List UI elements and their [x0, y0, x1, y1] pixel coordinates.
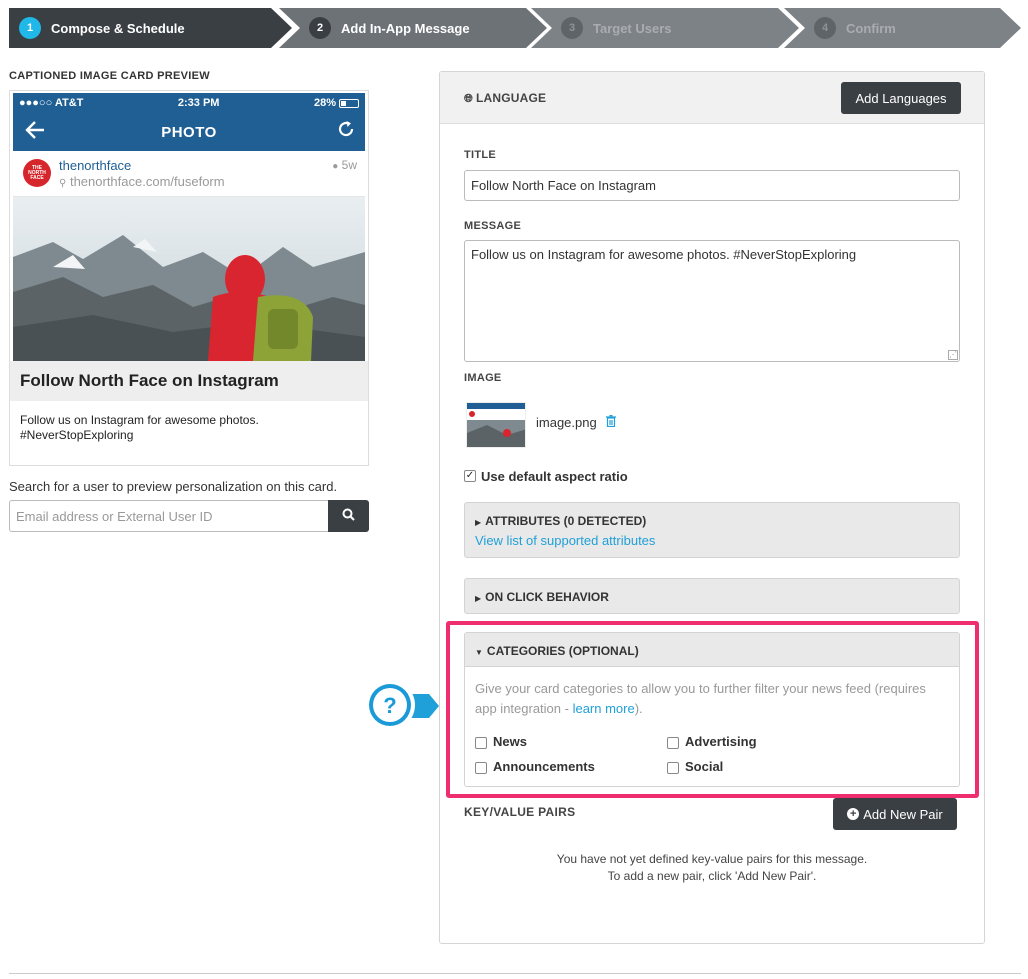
title-input[interactable] [464, 170, 960, 201]
on-click-title: ▶ ON CLICK BEHAVIOR [475, 590, 609, 604]
image-thumbnail[interactable] [466, 402, 526, 448]
step-number: 2 [309, 17, 331, 39]
step-label: Add In-App Message [341, 20, 470, 36]
instagram-location: ⚲ thenorthface.com/fuseform [59, 174, 225, 189]
instagram-username: thenorthface [59, 158, 132, 173]
categories-title: ▼ CATEGORIES (OPTIONAL) [475, 644, 639, 658]
preview-heading: CAPTIONED IMAGE CARD PREVIEW [9, 70, 210, 82]
step-number: 1 [19, 17, 41, 39]
north-face-logo: THE NORTH FACE [23, 159, 51, 187]
preview-card-message: Follow us on Instagram for awesome photo… [20, 413, 259, 442]
categories-description: Give your card categories to allow you t… [475, 681, 926, 716]
svg-text:?: ? [383, 693, 396, 718]
footer-divider [9, 973, 1021, 974]
image-label: IMAGE [464, 372, 502, 384]
user-search-input[interactable] [9, 500, 329, 532]
location-pin-icon: ⚲ [59, 178, 67, 189]
aspect-ratio-label: Use default aspect ratio [481, 469, 628, 484]
key-value-empty-state: You have not yet defined key-value pairs… [556, 852, 868, 883]
step-number: 4 [814, 17, 836, 39]
caret-right-icon: ▶ [475, 518, 482, 527]
carrier-label: ●●●○○ AT&T [19, 97, 84, 109]
on-click-behavior-section[interactable]: ▶ ON CLICK BEHAVIOR [464, 578, 960, 614]
globe-icon: 🌐︎ [464, 93, 473, 105]
step-compose-schedule[interactable]: 1 Compose & Schedule [9, 8, 292, 48]
trash-icon[interactable] [606, 415, 616, 430]
language-header: 🌐︎ LANGUAGE Add Languages [440, 72, 984, 124]
supported-attributes-link[interactable]: View list of supported attributes [475, 533, 655, 548]
language-label: 🌐︎ LANGUAGE [464, 91, 547, 105]
back-arrow-icon [25, 120, 45, 146]
category-advertising-label: Advertising [685, 734, 757, 749]
nav-title: PHOTO [161, 123, 217, 141]
wizard-steps: 1 Compose & Schedule 2 Add In-App Messag… [9, 8, 1021, 48]
clock-label: 2:33 PM [177, 97, 220, 109]
caret-down-icon: ▼ [475, 648, 483, 657]
step-label: Compose & Schedule [51, 20, 185, 36]
image-filename: image.png [536, 415, 597, 430]
search-button[interactable] [328, 500, 369, 532]
category-announcements-label: Announcements [493, 759, 595, 774]
resize-handle-icon[interactable]: ⋰ [948, 350, 958, 360]
step-number: 3 [561, 17, 583, 39]
battery-indicator: 28% [314, 97, 359, 109]
post-age: ● 5w [332, 158, 357, 172]
step-target-users[interactable]: 3 Target Users [531, 8, 799, 48]
category-news-label: News [493, 734, 527, 749]
categories-header[interactable]: ▼ CATEGORIES (OPTIONAL) [465, 633, 959, 667]
title-label: TITLE [464, 149, 497, 161]
preview-card-title: Follow North Face on Instagram [10, 361, 368, 401]
attributes-section[interactable]: ▶ ATTRIBUTES (0 DETECTED) View list of su… [464, 502, 960, 558]
category-advertising-checkbox[interactable] [667, 737, 679, 749]
attributes-title: ▶ ATTRIBUTES (0 DETECTED) [475, 514, 647, 528]
learn-more-link[interactable]: learn more [573, 701, 635, 716]
hiker-photo [13, 197, 365, 361]
refresh-icon [337, 120, 355, 144]
step-add-in-app-message[interactable]: 2 Add In-App Message [279, 8, 547, 48]
step-label: Target Users [593, 20, 672, 36]
category-announcements-checkbox[interactable] [475, 762, 487, 774]
message-textarea[interactable]: Follow us on Instagram for awesome photo… [464, 240, 960, 362]
category-social-checkbox[interactable] [667, 762, 679, 774]
categories-section: ▼ CATEGORIES (OPTIONAL) Give your card ca… [464, 632, 960, 787]
add-new-pair-button[interactable]: + Add New Pair [833, 798, 957, 830]
message-form-panel: 🌐︎LANGUAGE Add Languages TITLE MESSAGE F… [439, 71, 985, 944]
aspect-ratio-checkbox[interactable]: ✓ [464, 470, 476, 482]
category-news-checkbox[interactable] [475, 737, 487, 749]
search-icon [342, 508, 355, 524]
add-languages-button[interactable]: Add Languages [841, 82, 961, 114]
message-label: MESSAGE [464, 220, 522, 232]
clock-icon: ● [332, 161, 339, 172]
search-caption: Search for a user to preview personaliza… [9, 479, 338, 494]
caret-right-icon: ▶ [475, 594, 482, 603]
category-social-label: Social [685, 759, 724, 774]
help-question-icon: ? [363, 678, 441, 734]
battery-icon [339, 98, 359, 108]
instagram-post-header: THE NORTH FACE thenorthface ⚲ thenorthface… [13, 151, 365, 197]
card-preview: ●●●○○ AT&T 2:33 PM 28% PHOTO THE NORTH FAC… [9, 90, 369, 466]
step-label: Confirm [846, 20, 896, 36]
plus-circle-icon: + [847, 808, 860, 820]
key-value-pairs-label: KEY/VALUE PAIRS [464, 805, 576, 819]
phone-status-bar: ●●●○○ AT&T 2:33 PM 28% [13, 93, 365, 113]
step-confirm[interactable]: 4 Confirm [784, 8, 1021, 48]
phone-nav-bar: PHOTO [13, 113, 365, 151]
